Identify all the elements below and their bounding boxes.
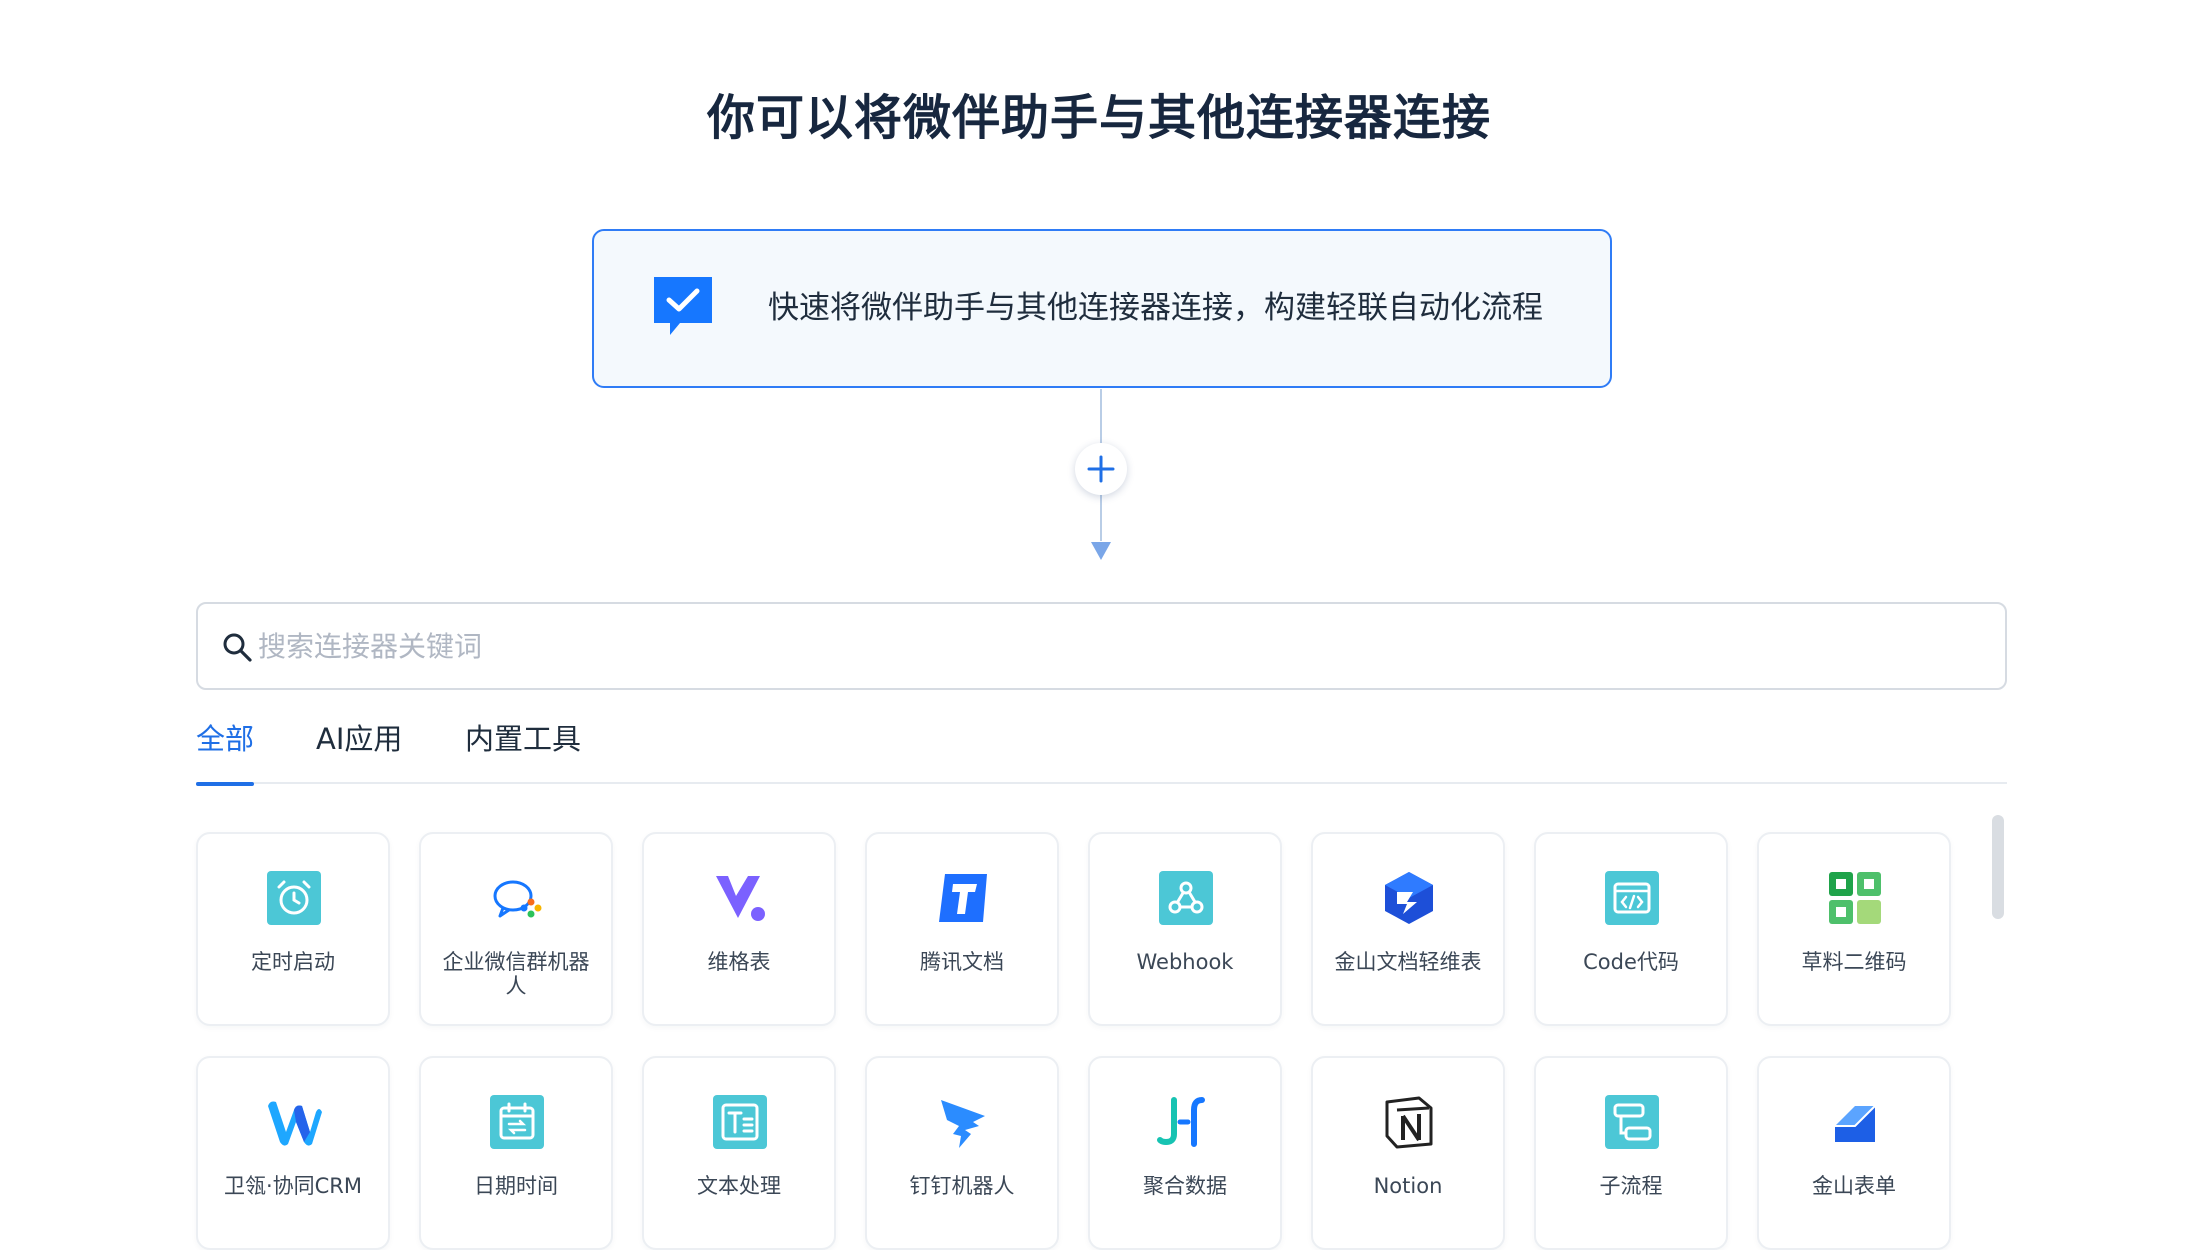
alarm-clock-icon [267, 871, 321, 925]
connector-tile-datetime[interactable]: 日期时间 [419, 1056, 613, 1250]
qrcode-icon [1829, 872, 1881, 924]
connector-tile-webhook[interactable]: Webhook [1088, 832, 1282, 1026]
connector-tile-text-processing[interactable]: 文本处理 [642, 1056, 836, 1250]
vika-icon [716, 876, 765, 921]
wecom-bot-icon [493, 880, 542, 918]
connector-tile-wecom-bot[interactable]: 企业微信群机器人 [419, 832, 613, 1026]
scrollbar-thumb[interactable] [1992, 815, 2004, 919]
connector-label: 金山文档轻维表 [1334, 950, 1482, 974]
trigger-step-card[interactable]: 快速将微伴助手与其他连接器连接，构建轻联自动化流程 [592, 229, 1612, 388]
plus-icon [1087, 455, 1115, 483]
connector-grid: 定时启动 企业微信群机器人 维格表 腾讯文档 Webhook 金山文档轻维表 C… [196, 832, 1976, 1250]
connector-tile-vika[interactable]: 维格表 [642, 832, 836, 1026]
connector-tile-tencent-docs[interactable]: 腾讯文档 [865, 832, 1059, 1026]
connector-label: Webhook [1136, 950, 1234, 974]
connector-label: Code代码 [1583, 950, 1679, 974]
connector-tile-notion[interactable]: Notion [1311, 1056, 1505, 1250]
category-tabs: 全部 AI应用 内置工具 [196, 714, 2007, 786]
connector-tile-kdocs-form[interactable]: 金山表单 [1757, 1056, 1951, 1250]
connector-label: 草料二维码 [1801, 950, 1907, 974]
calendar-icon [490, 1095, 544, 1149]
connector-tile-timer[interactable]: 定时启动 [196, 832, 390, 1026]
connector-label: 文本处理 [697, 1174, 781, 1198]
kdocs-form-icon [1835, 1105, 1876, 1142]
search-icon [223, 633, 252, 662]
connector-tile-subflow[interactable]: 子流程 [1534, 1056, 1728, 1250]
search-box[interactable] [196, 602, 2007, 690]
tab-ai-apps[interactable]: AI应用 [316, 714, 402, 784]
connector-tile-weiling-crm[interactable]: 卫瓴·协同CRM [196, 1056, 390, 1250]
tab-builtin-tools[interactable]: 内置工具 [465, 714, 581, 784]
connector-tile-qrcode[interactable]: 草料二维码 [1757, 832, 1951, 1026]
connector-label: 企业微信群机器人 [442, 950, 590, 998]
connector-label: 腾讯文档 [920, 950, 1004, 974]
weiling-crm-icon [268, 1101, 322, 1146]
connector-label: Notion [1373, 1174, 1443, 1198]
kdocs-table-icon [1385, 872, 1433, 924]
connector-label: 钉钉机器人 [909, 1174, 1015, 1198]
connector-picker-page: 你可以将微伴助手与其他连接器连接 快速将微伴助手与其他连接器连接，构建轻联自动化… [0, 0, 2198, 1250]
connector-tile-dingtalk-bot[interactable]: 钉钉机器人 [865, 1056, 1059, 1250]
add-step-button[interactable] [1075, 443, 1127, 495]
juhe-data-icon [1157, 1097, 1205, 1147]
connector-label: 金山表单 [1812, 1174, 1896, 1198]
tencent-docs-icon [939, 874, 987, 922]
connector-label: 子流程 [1599, 1174, 1663, 1198]
connector-tile-juhe-data[interactable]: 聚合数据 [1088, 1056, 1282, 1250]
tab-all[interactable]: 全部 [196, 714, 255, 786]
search-input[interactable] [258, 608, 1958, 684]
trigger-description: 快速将微伴助手与其他连接器连接，构建轻联自动化流程 [768, 290, 1543, 326]
connector-label: 聚合数据 [1143, 1174, 1227, 1198]
webhook-icon [1159, 871, 1213, 925]
connector-label: 卫瓴·协同CRM [223, 1174, 363, 1198]
dingtalk-icon [941, 1100, 985, 1148]
code-icon [1605, 871, 1659, 925]
chat-check-icon [654, 277, 712, 335]
connector-label: 维格表 [707, 950, 771, 974]
flow-arrow-icon [1091, 542, 1111, 560]
notion-icon [1385, 1096, 1433, 1149]
text-processing-icon [713, 1095, 767, 1149]
connector-tile-code[interactable]: Code代码 [1534, 832, 1728, 1026]
connector-tile-kdocs-table[interactable]: 金山文档轻维表 [1311, 832, 1505, 1026]
connector-label: 日期时间 [474, 1174, 558, 1198]
page-title: 你可以将微伴助手与其他连接器连接 [706, 90, 1491, 146]
subflow-icon [1605, 1095, 1659, 1149]
connector-label: 定时启动 [251, 950, 335, 974]
